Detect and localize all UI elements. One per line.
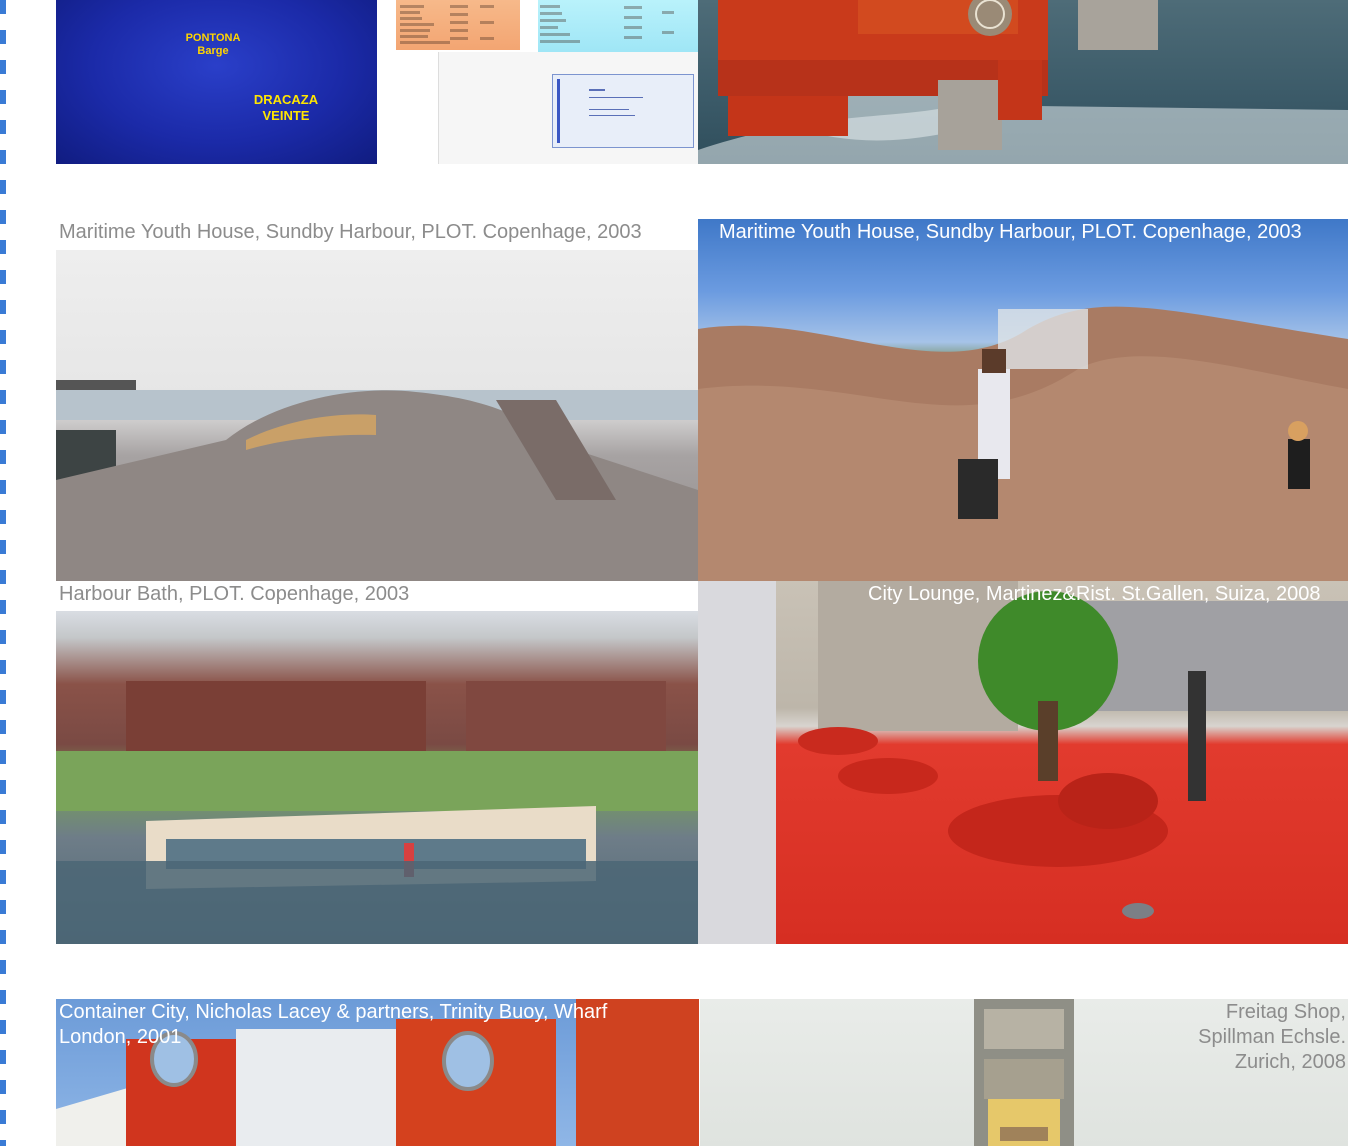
youth-house-photo-kids: Maritime Youth House, Sundby Harbour, PL…: [698, 219, 1348, 581]
caption-freitag-line2: Spillman Echsle.: [1198, 1026, 1346, 1048]
harbour-bath-photo: [56, 611, 698, 944]
barge-name-line2: VEINTE: [262, 108, 310, 123]
caption-youth-house-left: Maritime Youth House, Sundby Harbour, PL…: [59, 221, 642, 243]
youth-house-photo-deck: [56, 250, 698, 581]
barge-slide-image: PONTONA Barge DRACAZA VEINTE: [56, 0, 377, 164]
spec-table-right: [538, 0, 698, 52]
left-margin-guide: [0, 0, 6, 1146]
freitag-shop-photo: Freitag Shop, Spillman Echsle. Zurich, 2…: [700, 999, 1348, 1146]
caption-freitag-line3: Zurich, 2008: [1234, 1051, 1346, 1073]
barge-name-line1: DRACAZA: [253, 92, 319, 107]
barge-spec-sheet-image: [396, 0, 699, 164]
caption-youth-house-right: Maritime Youth House, Sundby Harbour, PL…: [719, 221, 1302, 243]
caption-city-lounge: City Lounge, Martinez&Rist. St.Gallen, S…: [868, 583, 1321, 605]
city-lounge-photo: City Lounge, Martinez&Rist. St.Gallen, S…: [698, 581, 1348, 944]
oil-rig-photo: [698, 0, 1348, 164]
barge-label-es: PONTONA: [185, 32, 241, 44]
caption-container-city-line1: Container City, Nicholas Lacey & partner…: [59, 1001, 608, 1023]
barge-label-en: Barge: [197, 45, 229, 57]
container-city-photo: Container City, Nicholas Lacey & partner…: [56, 999, 699, 1146]
spec-business-card: [552, 74, 694, 148]
caption-freitag-line1: Freitag Shop,: [1225, 1001, 1346, 1023]
spec-table-left: [396, 0, 520, 50]
caption-container-city-line2: London, 2001: [59, 1026, 182, 1048]
caption-harbour-bath: Harbour Bath, PLOT. Copenhage, 2003: [59, 583, 410, 605]
